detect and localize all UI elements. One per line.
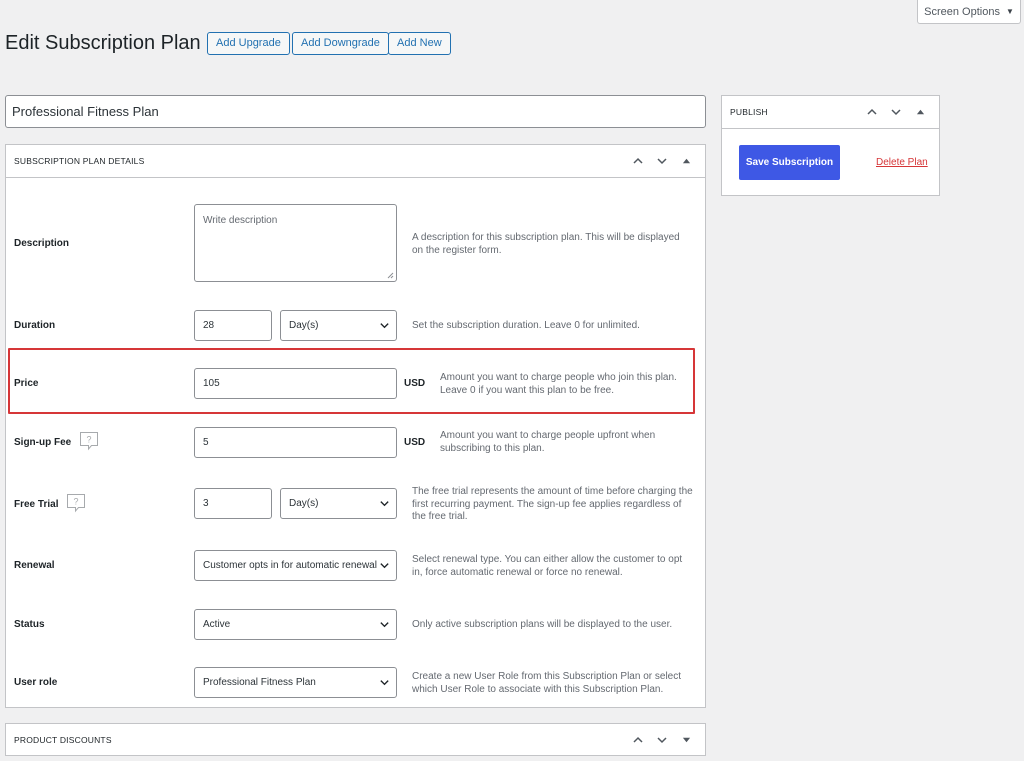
- free-trial-input[interactable]: 3: [194, 488, 272, 519]
- chevron-down-icon: [380, 622, 389, 628]
- duration-label: Duration: [14, 320, 56, 331]
- chevron-down-icon[interactable]: [651, 729, 673, 751]
- user-role-help: Create a new User Role from this Subscri…: [412, 671, 682, 695]
- signup-fee-currency: USD: [404, 437, 426, 448]
- details-box-handles: [627, 150, 697, 172]
- chevron-down-icon[interactable]: [885, 101, 907, 123]
- publish-box-title: PUBLISH: [730, 107, 768, 117]
- plan-title-input[interactable]: Professional Fitness Plan: [5, 95, 706, 128]
- chevron-down-icon: [380, 501, 389, 507]
- chevron-down-icon: [380, 563, 389, 569]
- status-select[interactable]: Active: [194, 609, 397, 640]
- svg-text:?: ?: [73, 497, 78, 507]
- description-placeholder: Write description: [203, 215, 278, 226]
- renewal-value: Customer opts in for automatic renewal: [203, 560, 377, 571]
- details-box-header: SUBSCRIPTION PLAN DETAILS: [6, 145, 705, 178]
- signup-fee-label: Sign-up Fee: [14, 437, 72, 448]
- screen-options-button[interactable]: Screen Options ▼: [917, 0, 1021, 24]
- chevron-up-icon[interactable]: [627, 729, 649, 751]
- page-title: Edit Subscription Plan: [5, 32, 201, 54]
- duration-input[interactable]: 28: [194, 310, 272, 341]
- product-discounts-handles: [627, 729, 697, 751]
- triangle-down-icon: ▼: [1005, 7, 1014, 16]
- details-box-title: SUBSCRIPTION PLAN DETAILS: [14, 156, 145, 166]
- product-discounts-header[interactable]: PRODUCT DISCOUNTS: [6, 724, 705, 755]
- chevron-up-icon[interactable]: [627, 150, 649, 172]
- price-currency: USD: [404, 378, 426, 389]
- triangle-up-icon[interactable]: [675, 150, 697, 172]
- chevron-up-icon[interactable]: [861, 101, 883, 123]
- product-discounts-title: PRODUCT DISCOUNTS: [14, 734, 112, 745]
- chevron-down-icon[interactable]: [651, 150, 673, 172]
- screen-options-label: Screen Options: [924, 5, 1000, 18]
- description-textarea[interactable]: Write description: [194, 204, 397, 282]
- duration-help: Set the subscription duration. Leave 0 f…: [412, 320, 640, 331]
- publish-box-handles: [861, 101, 931, 123]
- status-label: Status: [14, 619, 45, 630]
- price-label: Price: [14, 378, 39, 389]
- duration-unit-select[interactable]: Day(s): [280, 310, 397, 341]
- user-role-select[interactable]: Professional Fitness Plan: [194, 667, 397, 698]
- duration-unit-value: Day(s): [289, 320, 319, 331]
- add-upgrade-button[interactable]: Add Upgrade: [207, 32, 290, 55]
- renewal-select[interactable]: Customer opts in for automatic renewal: [194, 550, 397, 581]
- signup-fee-help: Amount you want to charge people upfront…: [440, 430, 656, 454]
- help-bubble-icon[interactable]: ?: [66, 493, 86, 513]
- add-new-button[interactable]: Add New: [388, 32, 451, 55]
- product-discounts-box: PRODUCT DISCOUNTS: [5, 723, 706, 756]
- description-label: Description: [14, 238, 70, 249]
- renewal-help: Select renewal type. You can either allo…: [412, 554, 683, 578]
- delete-plan-link[interactable]: Delete Plan: [876, 157, 928, 168]
- triangle-down-icon[interactable]: [675, 729, 697, 751]
- add-downgrade-button[interactable]: Add Downgrade: [292, 32, 389, 55]
- svg-text:?: ?: [86, 435, 91, 445]
- save-subscription-button[interactable]: Save Subscription: [739, 145, 840, 180]
- help-bubble-icon[interactable]: ?: [79, 431, 99, 451]
- resize-handle-icon[interactable]: [387, 272, 394, 279]
- chevron-down-icon: [380, 323, 389, 329]
- free-trial-unit-select[interactable]: Day(s): [280, 488, 397, 519]
- status-value: Active: [203, 619, 231, 630]
- user-role-label: User role: [14, 677, 58, 688]
- description-help: A description for this subscription plan…: [412, 232, 680, 256]
- free-trial-label: Free Trial: [14, 499, 59, 510]
- signup-fee-input[interactable]: 5: [194, 427, 397, 458]
- free-trial-unit-value: Day(s): [289, 498, 319, 509]
- price-help: Amount you want to charge people who joi…: [440, 372, 677, 396]
- publish-box-header: PUBLISH: [722, 96, 939, 129]
- triangle-up-icon[interactable]: [909, 101, 931, 123]
- renewal-label: Renewal: [14, 560, 55, 571]
- price-input[interactable]: 105: [194, 368, 397, 399]
- chevron-down-icon: [380, 680, 389, 686]
- free-trial-help: The free trial represents the amount of …: [412, 486, 693, 522]
- user-role-value: Professional Fitness Plan: [203, 677, 316, 688]
- status-help: Only active subscription plans will be d…: [412, 619, 673, 630]
